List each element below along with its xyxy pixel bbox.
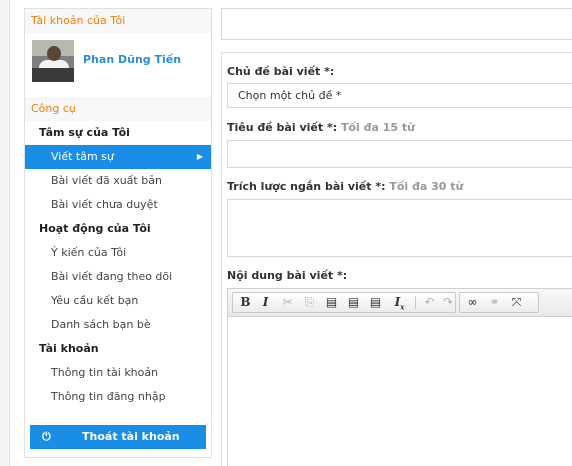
group-title-my-confessions: Tâm sự của Tôi — [39, 126, 130, 139]
redo-icon[interactable]: ↷ — [439, 293, 457, 312]
summary-label-text: Trích lược ngắn bài viết *: — [227, 180, 386, 193]
summary-hint: Tối đa 30 từ — [389, 180, 464, 193]
menu-item-published-posts[interactable]: Bài viết đã xuất bản — [25, 169, 211, 193]
profile-name-link[interactable]: Phan Dũng Tiến — [83, 53, 181, 66]
menu-item-unapproved-posts[interactable]: Bài viết chưa duyệt — [25, 193, 211, 217]
my-account-title: Tài khoản của Tôi — [25, 9, 211, 33]
undo-icon[interactable]: ↶ — [419, 293, 440, 312]
avatar[interactable] — [32, 40, 74, 82]
bold-button[interactable]: B — [235, 293, 256, 312]
tools-title: Công cụ — [25, 97, 211, 121]
menu-item-my-comments[interactable]: Ý kiến của Tôi — [25, 241, 211, 265]
title-input[interactable] — [227, 140, 572, 168]
title-hint: Tối đa 15 từ — [340, 121, 415, 134]
page-left-edge — [0, 0, 10, 466]
summary-label: Trích lược ngắn bài viết *: Tối đa 30 từ — [227, 180, 463, 193]
paste-icon[interactable]: ▤ — [321, 293, 342, 312]
remove-format-icon[interactable]: Ix — [389, 293, 410, 312]
menu-item-login-info[interactable]: Thông tin đăng nhập — [25, 385, 211, 409]
menu-item-followed-posts[interactable]: Bài viết đang theo dõi — [25, 265, 211, 289]
menu-item-friend-requests[interactable]: Yêu cầu kết bạn — [25, 289, 211, 313]
menu-item-label: Ý kiến của Tôi — [51, 246, 127, 259]
menu-item-label: Bài viết đang theo dõi — [51, 270, 173, 283]
top-bar — [221, 8, 572, 40]
italic-button[interactable]: I — [255, 293, 276, 312]
menu-item-write-confession[interactable]: Viết tâm sự ▶ — [25, 145, 211, 169]
chevron-right-icon: ▶ — [196, 152, 203, 161]
editor-toolbar: B I ✂ ⎘ ▤ ▤ ▤ Ix ↶ ↷ ∞ ⚭ ⤧ — [228, 289, 572, 317]
toolbar-group-format: B I ✂ ⎘ ▤ ▤ ▤ Ix ↶ ↷ — [232, 292, 456, 313]
toolbar-group-links: ∞ ⚭ ⤧ — [459, 292, 539, 313]
editor-content-area[interactable] — [228, 317, 572, 466]
menu-item-label: Bài viết đã xuất bản — [51, 174, 162, 187]
topic-label: Chủ đề bài viết *: — [227, 65, 335, 78]
menu-item-label: Thông tin đăng nhập — [51, 390, 166, 403]
summary-textarea[interactable] — [227, 199, 572, 257]
link-icon[interactable]: ∞ — [462, 293, 483, 312]
menu-item-label: Bài viết chưa duyệt — [51, 198, 158, 211]
menu-item-label: Yêu cầu kết bạn — [51, 294, 139, 307]
title-label-text: Tiêu đề bài viết *: — [227, 121, 338, 134]
title-label: Tiêu đề bài viết *: Tối đa 15 từ — [227, 121, 415, 134]
content-editor[interactable]: B I ✂ ⎘ ▤ ▤ ▤ Ix ↶ ↷ ∞ ⚭ ⤧ — [227, 288, 572, 466]
post-form: Chủ đề bài viết *: Chọn một chủ đề * Tiê… — [221, 52, 572, 466]
menu-item-label: Danh sách bạn bè — [51, 318, 151, 331]
paste-text-icon[interactable]: ▤ — [343, 293, 364, 312]
menu-item-label: Thông tin tài khoản — [51, 366, 159, 379]
logout-label: Thoát tài khoản — [82, 430, 180, 443]
cut-icon[interactable]: ✂ — [277, 293, 298, 312]
menu-item-account-info[interactable]: Thông tin tài khoản — [25, 361, 211, 385]
power-icon: ⏻ — [42, 430, 51, 443]
copy-icon[interactable]: ⎘ — [299, 293, 320, 312]
menu-item-friend-list[interactable]: Danh sách bạn bè — [25, 313, 211, 337]
group-title-my-activity: Hoạt động của Tôi — [39, 222, 151, 235]
profile-card: Phan Dũng Tiến — [25, 33, 211, 97]
paste-word-icon[interactable]: ▤ — [365, 293, 386, 312]
content-label: Nội dung bài viết *: — [227, 269, 348, 282]
account-sidebar: Tài khoản của Tôi Phan Dũng Tiến Công cụ… — [24, 8, 212, 458]
maximize-icon[interactable]: ⤧ — [506, 293, 527, 312]
topic-select[interactable]: Chọn một chủ đề * — [227, 83, 572, 108]
group-title-account: Tài khoản — [39, 342, 99, 355]
logout-button[interactable]: ⏻ Thoát tài khoản — [30, 425, 206, 449]
menu-item-label: Viết tâm sự — [51, 150, 114, 163]
unlink-icon[interactable]: ⚭ — [484, 293, 505, 312]
